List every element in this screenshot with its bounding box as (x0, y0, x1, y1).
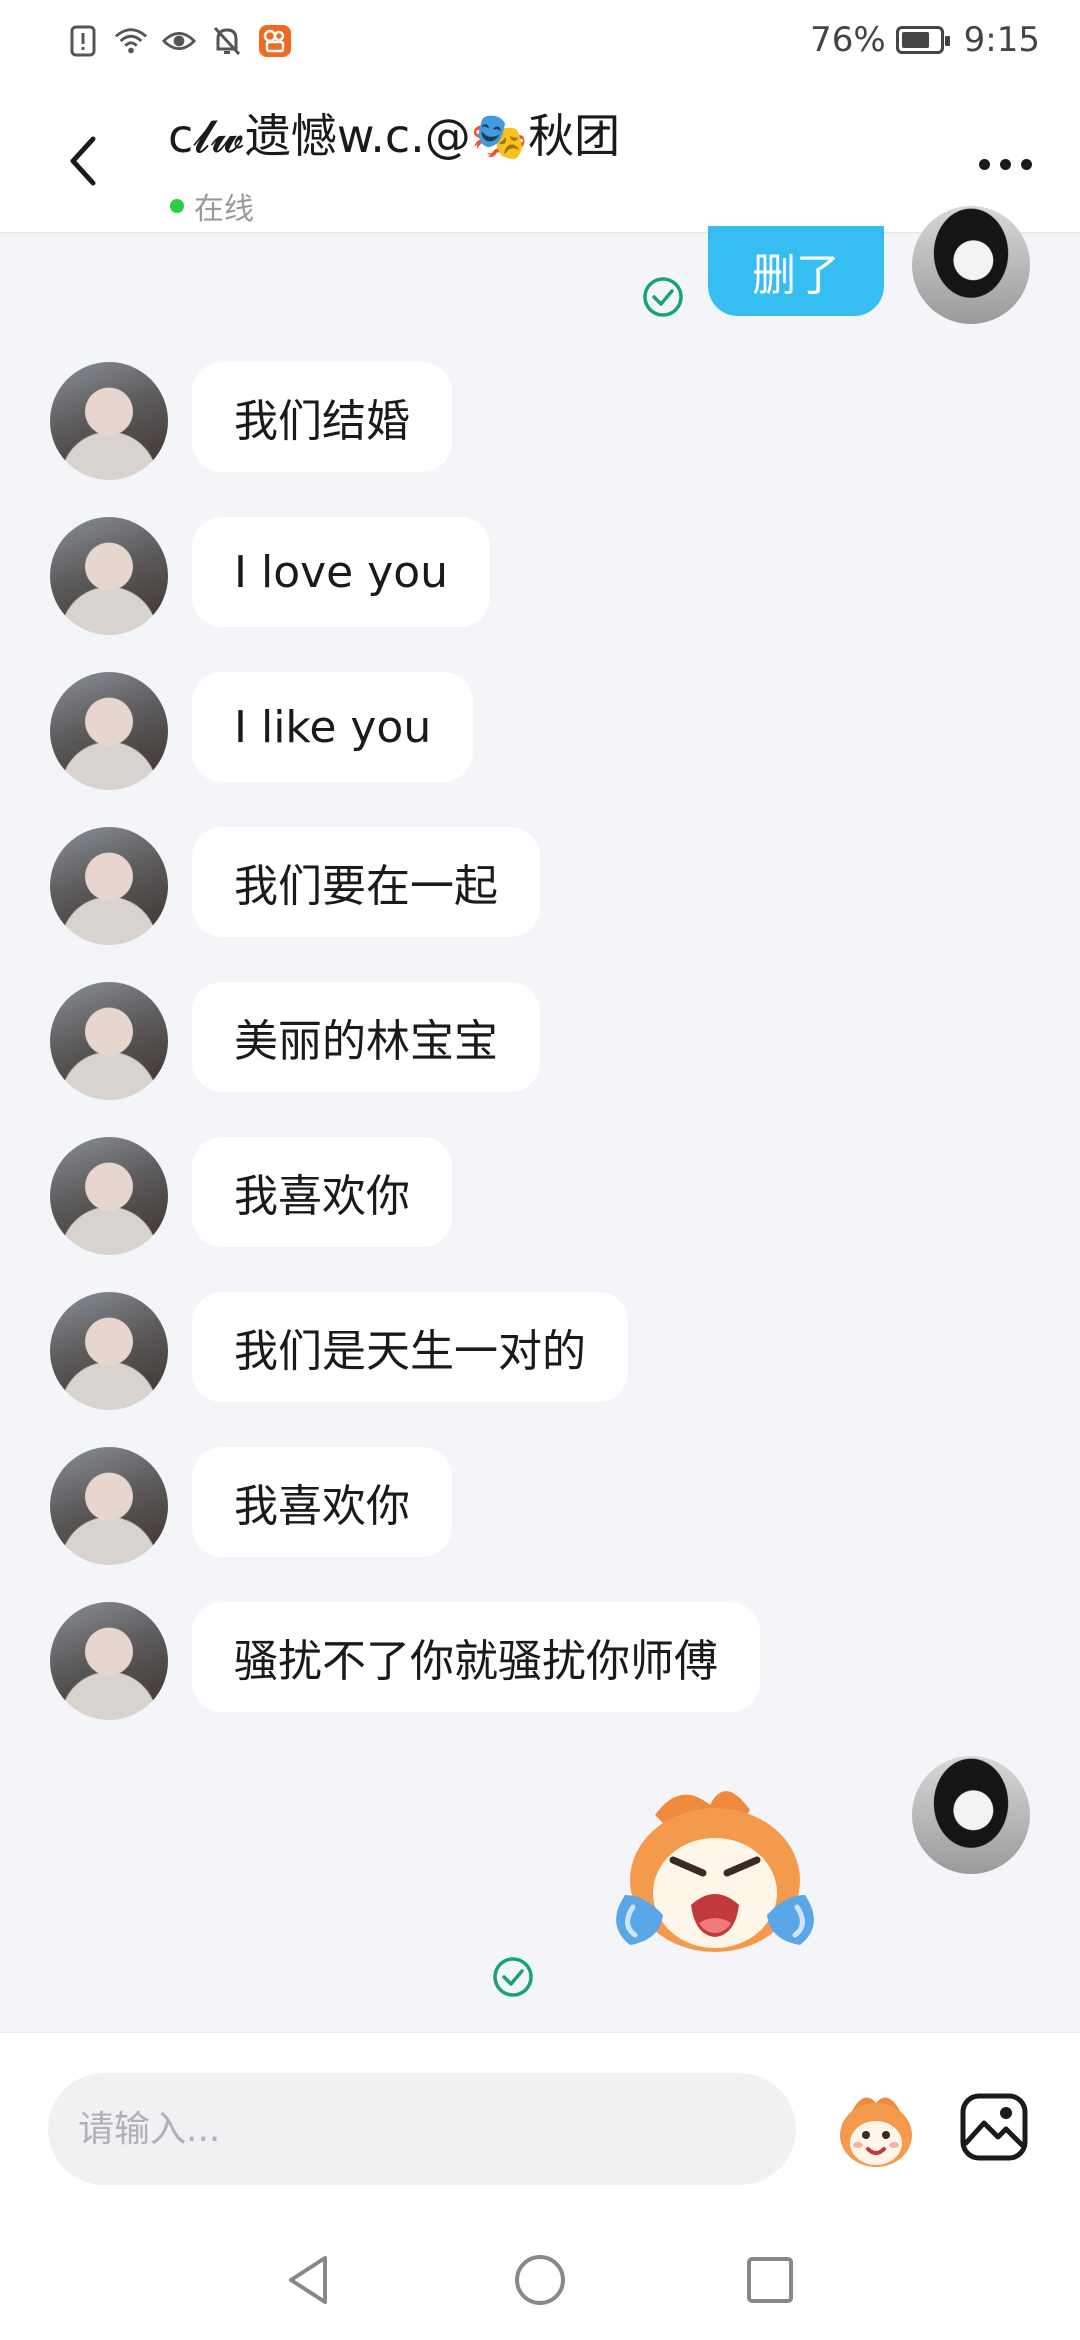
avatar-contact[interactable] (50, 982, 168, 1100)
chat-header: c𝓵𝔀遗憾w.c.@🎭秋团 在线 (0, 90, 1080, 233)
battery-level (901, 32, 929, 48)
message-bubble[interactable]: 美丽的林宝宝 (192, 982, 540, 1092)
read-check-icon (493, 1957, 533, 1997)
battery-icon (895, 26, 950, 54)
status-icons (66, 24, 292, 58)
message-input[interactable] (48, 2073, 796, 2185)
eye-icon (162, 24, 196, 58)
triangle-back-icon (289, 2256, 327, 2304)
avatar-contact[interactable] (50, 517, 168, 635)
circle-home-icon (515, 2255, 565, 2305)
avatar-self[interactable] (912, 1756, 1030, 1874)
wifi-icon (114, 24, 148, 58)
message-bubble[interactable]: I like you (192, 672, 474, 782)
back-button[interactable] (52, 126, 112, 196)
image-picker-button[interactable] (958, 2091, 1030, 2163)
message-bubble[interactable]: 我们是天生一对的 (192, 1292, 628, 1402)
nav-recents-button[interactable] (740, 2250, 800, 2310)
dot-icon (999, 158, 1011, 170)
mute-bell-icon (210, 24, 244, 58)
message-bubble[interactable]: 我们要在一起 (192, 827, 540, 937)
message-bubble-self[interactable]: 删了 (708, 226, 884, 316)
avatar-contact[interactable] (50, 362, 168, 480)
message-bubble[interactable]: 骚扰不了你就骚扰你师傅 (192, 1602, 760, 1712)
dot-icon (978, 158, 990, 170)
more-options-button[interactable] (970, 146, 1040, 182)
emoji-sticker-button[interactable] (830, 2083, 922, 2175)
presence-status: 在线 (170, 184, 254, 228)
message-bubble[interactable]: 我喜欢你 (192, 1447, 452, 1557)
contact-name[interactable]: c𝓵𝔀遗憾w.c.@🎭秋团 (168, 100, 620, 166)
message-bubble[interactable]: 我们结婚 (192, 362, 452, 472)
dot-icon (1020, 158, 1032, 170)
crying-fox-sticker[interactable] (585, 1775, 845, 1975)
avatar-contact[interactable] (50, 1137, 168, 1255)
avatar-contact[interactable] (50, 672, 168, 790)
clock: 9:15 (963, 20, 1040, 60)
status-bar: 76% 9:15 (0, 0, 1080, 90)
presence-label: 在线 (194, 192, 254, 227)
app-notification-icon (258, 24, 292, 58)
message-bubble[interactable]: I love you (192, 517, 491, 627)
chevron-left-icon (70, 136, 96, 186)
nav-back-button[interactable] (278, 2250, 338, 2310)
avatar-contact[interactable] (50, 1292, 168, 1410)
avatar-self[interactable] (912, 206, 1030, 324)
nav-home-button[interactable] (510, 2250, 570, 2310)
status-right: 76% 9:15 (810, 20, 1040, 60)
online-dot-icon (170, 199, 184, 213)
square-recents-icon (747, 2257, 793, 2303)
battery-percent: 76% (810, 20, 886, 60)
avatar-contact[interactable] (50, 827, 168, 945)
read-check-icon (643, 277, 683, 317)
avatar-contact[interactable] (50, 1602, 168, 1720)
avatar-contact[interactable] (50, 1447, 168, 1565)
system-nav-bar (0, 2224, 1080, 2340)
input-bar (0, 2032, 1080, 2225)
message-bubble[interactable]: 我喜欢你 (192, 1137, 452, 1247)
alert-icon (66, 24, 100, 58)
